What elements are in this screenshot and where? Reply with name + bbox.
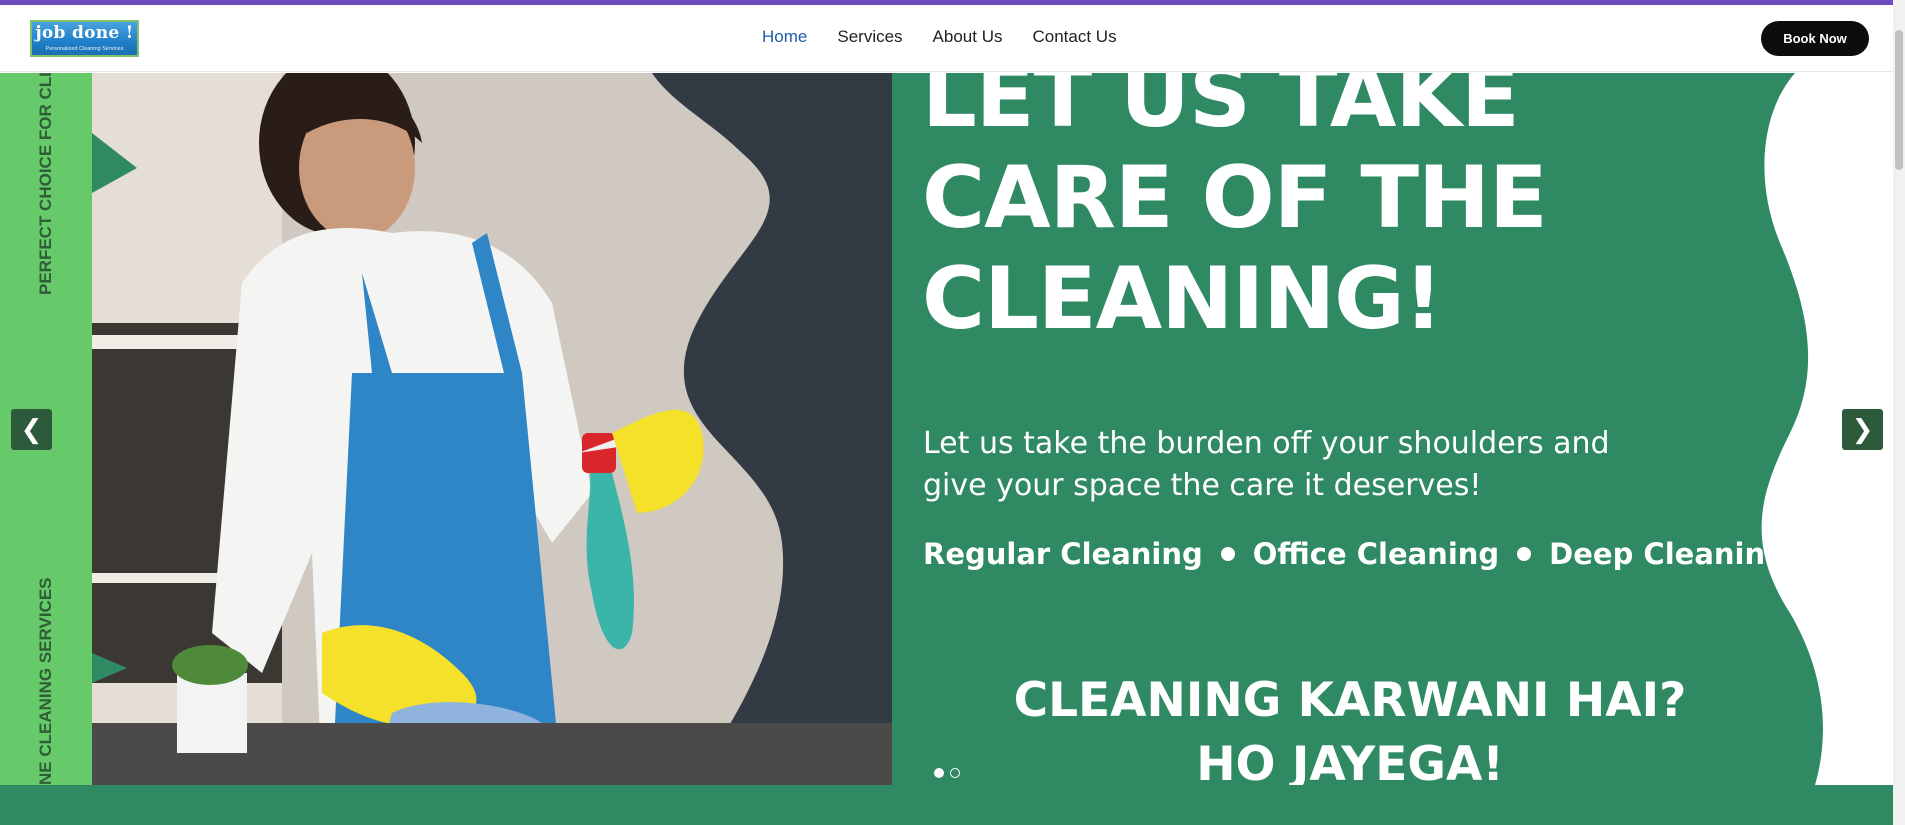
hero-photo-cleaner [92,73,892,785]
book-now-button[interactable]: Book Now [1761,21,1869,56]
page-scrollbar[interactable] [1893,0,1905,825]
next-section-band [0,785,1893,825]
service-regular: Regular Cleaning [923,537,1203,571]
slide-dot-1[interactable] [934,768,944,778]
service-office: Office Cleaning [1252,537,1500,571]
scrollbar-thumb[interactable] [1895,30,1903,170]
chevron-right-icon: ❯ [1851,414,1874,445]
hero-tagline: Let us take the burden off your shoulder… [923,423,1643,507]
hero-headline: LET US TAKE CARE OF THE CLEANING! [922,73,1682,350]
side-text-bottom: NE CLEANING SERVICES [36,577,55,785]
nav-item-home[interactable]: Home [762,27,807,47]
nav-item-contact[interactable]: Contact Us [1032,27,1116,47]
tagline-line-2: give your space the care it deserves! [923,468,1482,503]
site-logo[interactable]: job done ! Personalized Cleaning Service… [30,20,139,57]
cta-line-1: CLEANING KARWANI HAI? [1013,673,1687,728]
service-list: Regular Cleaning Office Cleaning Deep Cl… [923,537,1786,571]
cta-line-2: HO JAYEGA! [1196,737,1504,785]
hero-cta-text: CLEANING KARWANI HAI? HO JAYEGA! [990,669,1710,785]
bullet-dot-icon [1220,547,1235,561]
headline-line-1: LET US TAKE [922,73,1520,147]
hero-slider: PERFECT CHOICE FOR CLI NE CLEANING SERVI… [0,73,1893,785]
service-deep: Deep Cleaning [1549,537,1786,571]
site-header: job done ! Personalized Cleaning Service… [0,5,1893,72]
logo-subtitle: Personalized Cleaning Services [45,46,124,52]
slide-dot-2[interactable] [950,768,960,778]
side-text-top: PERFECT CHOICE FOR CLI [36,73,55,295]
nav-item-services[interactable]: Services [837,27,902,47]
slider-pagination [934,768,960,778]
nav-item-about[interactable]: About Us [933,27,1003,47]
main-nav: Home Services About Us Contact Us [762,27,1117,47]
tagline-line-1: Let us take the burden off your shoulder… [923,426,1610,461]
headline-line-2: CARE OF THE [922,148,1548,248]
logo-title: job done ! [35,23,134,43]
chevron-left-icon: ❮ [20,414,43,445]
bullet-dot-icon [1517,547,1532,561]
slider-next-button[interactable]: ❯ [1842,409,1883,450]
slider-prev-button[interactable]: ❮ [11,409,52,450]
headline-line-3: CLEANING! [922,249,1443,349]
